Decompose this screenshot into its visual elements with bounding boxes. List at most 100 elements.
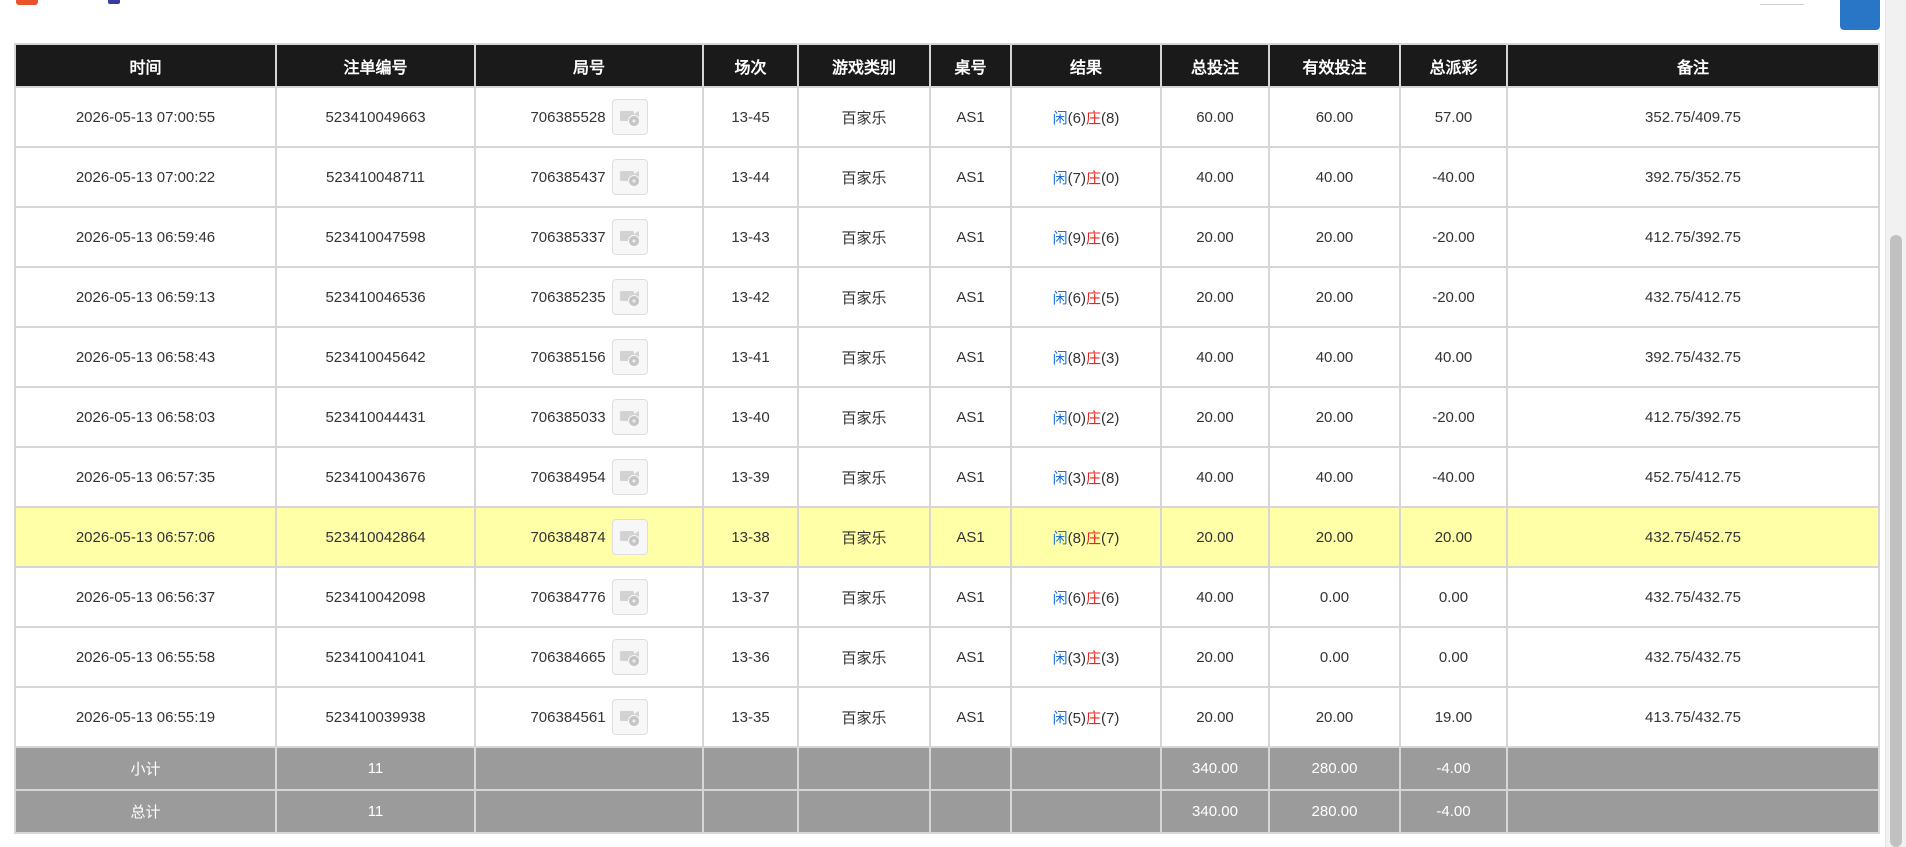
banker-label: 庄	[1086, 709, 1102, 727]
replay-video-icon[interactable]	[611, 519, 648, 555]
cell-result: 闲(8)庄(3)	[1010, 326, 1162, 388]
player-label: 闲	[1052, 529, 1068, 547]
replay-video-icon[interactable]	[611, 219, 648, 255]
summary-label: 总计	[14, 789, 277, 834]
cell-table-no: AS1	[929, 506, 1012, 568]
cell-table-no: AS1	[929, 566, 1012, 628]
round-number: 706384665	[530, 648, 606, 666]
cell-valid-bet: 40.00	[1268, 326, 1401, 388]
cell-shoe: 13-45	[702, 86, 799, 148]
replay-video-icon[interactable]	[611, 339, 648, 375]
table-row[interactable]: 2026-05-13 06:56:37 523410042098 706384776…	[14, 566, 1880, 628]
table-row[interactable]: 2026-05-13 06:58:43 523410045642 706385156…	[14, 326, 1880, 388]
table-row[interactable]: 2026-05-13 06:59:13 523410046536 706385235…	[14, 266, 1880, 328]
replay-video-icon[interactable]	[611, 159, 648, 195]
column-header: 注单编号	[275, 43, 476, 88]
summary-payout: -4.00	[1399, 789, 1508, 834]
cell-bet-number: 523410046536	[275, 266, 476, 328]
round-wrap: 706384561	[530, 699, 648, 735]
cell-result: 闲(6)庄(6)	[1010, 566, 1162, 628]
table-row[interactable]: 2026-05-13 06:59:46 523410047598 706385337…	[14, 206, 1880, 268]
table-row[interactable]: 2026-05-13 06:57:35 523410043676 706384954…	[14, 446, 1880, 508]
cell-note: 352.75/409.75	[1506, 86, 1880, 148]
cell-time: 2026-05-13 06:59:13	[14, 266, 277, 328]
cell-round: 706385437	[474, 146, 704, 208]
player-score: (5)	[1067, 709, 1086, 727]
cell-result: 闲(0)庄(2)	[1010, 386, 1162, 448]
table-row[interactable]: 2026-05-13 06:58:03 523410044431 706385033…	[14, 386, 1880, 448]
banker-label: 庄	[1086, 229, 1102, 247]
summary-count: 11	[275, 789, 476, 834]
cell-time: 2026-05-13 06:56:37	[14, 566, 277, 628]
round-number: 706385033	[530, 408, 606, 426]
player-label: 闲	[1052, 589, 1068, 607]
cell-game-type: 百家乐	[797, 86, 931, 148]
vertical-scrollbar[interactable]	[1885, 0, 1906, 847]
cell-total-bet: 40.00	[1160, 146, 1270, 208]
cell-game-type: 百家乐	[797, 386, 931, 448]
cell-time: 2026-05-13 06:58:03	[14, 386, 277, 448]
replay-video-icon[interactable]	[611, 699, 648, 735]
table-row[interactable]: 2026-05-13 06:57:06 523410042864 706384874…	[14, 506, 1880, 568]
table-footer: 小计 11 340.00 280.00 -4.00 总计 11 340.00 280.00 -4.…	[14, 746, 1880, 834]
table-row[interactable]: 2026-05-13 07:00:55 523410049663 706385528…	[14, 86, 1880, 148]
logo-fragment	[16, 0, 38, 5]
table-row[interactable]: 2026-05-13 06:55:58 523410041041 706384665…	[14, 626, 1880, 688]
cell-total-bet: 40.00	[1160, 326, 1270, 388]
cell-game-type: 百家乐	[797, 266, 931, 328]
scrollbar-thumb[interactable]	[1890, 235, 1902, 847]
column-header: 备注	[1506, 43, 1880, 88]
replay-video-icon[interactable]	[611, 639, 648, 675]
cell-payout: -20.00	[1399, 266, 1508, 328]
round-number: 706384776	[530, 588, 606, 606]
summary-valid-bet: 280.00	[1268, 789, 1401, 834]
round-number: 706385437	[530, 168, 606, 186]
round-wrap: 706385337	[530, 219, 648, 255]
cell-bet-number: 523410042864	[275, 506, 476, 568]
cropped-header	[0, 0, 1880, 12]
cell-shoe: 13-41	[702, 326, 799, 388]
cell-payout: -20.00	[1399, 206, 1508, 268]
banker-score: (7)	[1101, 709, 1120, 727]
banker-label: 庄	[1086, 109, 1102, 127]
cell-time: 2026-05-13 06:57:06	[14, 506, 277, 568]
cell-payout: -40.00	[1399, 446, 1508, 508]
cell-shoe: 13-39	[702, 446, 799, 508]
replay-video-icon[interactable]	[611, 279, 648, 315]
summary-empty-cell	[474, 746, 704, 791]
cell-payout: 57.00	[1399, 86, 1508, 148]
round-wrap: 706385437	[530, 159, 648, 195]
player-label: 闲	[1052, 469, 1068, 487]
replay-video-icon[interactable]	[611, 399, 648, 435]
cell-note: 392.75/432.75	[1506, 326, 1880, 388]
cell-bet-number: 523410041041	[275, 626, 476, 688]
corner-action-button[interactable]	[1840, 0, 1880, 30]
cell-round: 706384776	[474, 566, 704, 628]
replay-video-icon[interactable]	[611, 579, 648, 615]
cell-total-bet: 20.00	[1160, 266, 1270, 328]
replay-video-icon[interactable]	[611, 459, 648, 495]
cell-game-type: 百家乐	[797, 146, 931, 208]
cell-result: 闲(6)庄(8)	[1010, 86, 1162, 148]
round-number: 706385528	[530, 108, 606, 126]
player-label: 闲	[1052, 409, 1068, 427]
round-wrap: 706385528	[530, 99, 648, 135]
replay-video-icon[interactable]	[611, 99, 648, 135]
summary-empty-cell	[1010, 789, 1162, 834]
banker-label: 庄	[1086, 289, 1102, 307]
cell-game-type: 百家乐	[797, 326, 931, 388]
cell-total-bet: 20.00	[1160, 686, 1270, 748]
cell-note: 412.75/392.75	[1506, 386, 1880, 448]
cell-valid-bet: 20.00	[1268, 386, 1401, 448]
cell-time: 2026-05-13 07:00:22	[14, 146, 277, 208]
cell-round: 706385033	[474, 386, 704, 448]
player-score: (9)	[1067, 229, 1086, 247]
header-control-fragment	[1760, 0, 1804, 5]
column-header: 结果	[1010, 43, 1162, 88]
cell-round: 706385235	[474, 266, 704, 328]
banker-label: 庄	[1086, 529, 1102, 547]
table-row[interactable]: 2026-05-13 07:00:22 523410048711 706385437…	[14, 146, 1880, 208]
cell-valid-bet: 0.00	[1268, 566, 1401, 628]
cell-shoe: 13-44	[702, 146, 799, 208]
table-row[interactable]: 2026-05-13 06:55:19 523410039938 706384561…	[14, 686, 1880, 748]
